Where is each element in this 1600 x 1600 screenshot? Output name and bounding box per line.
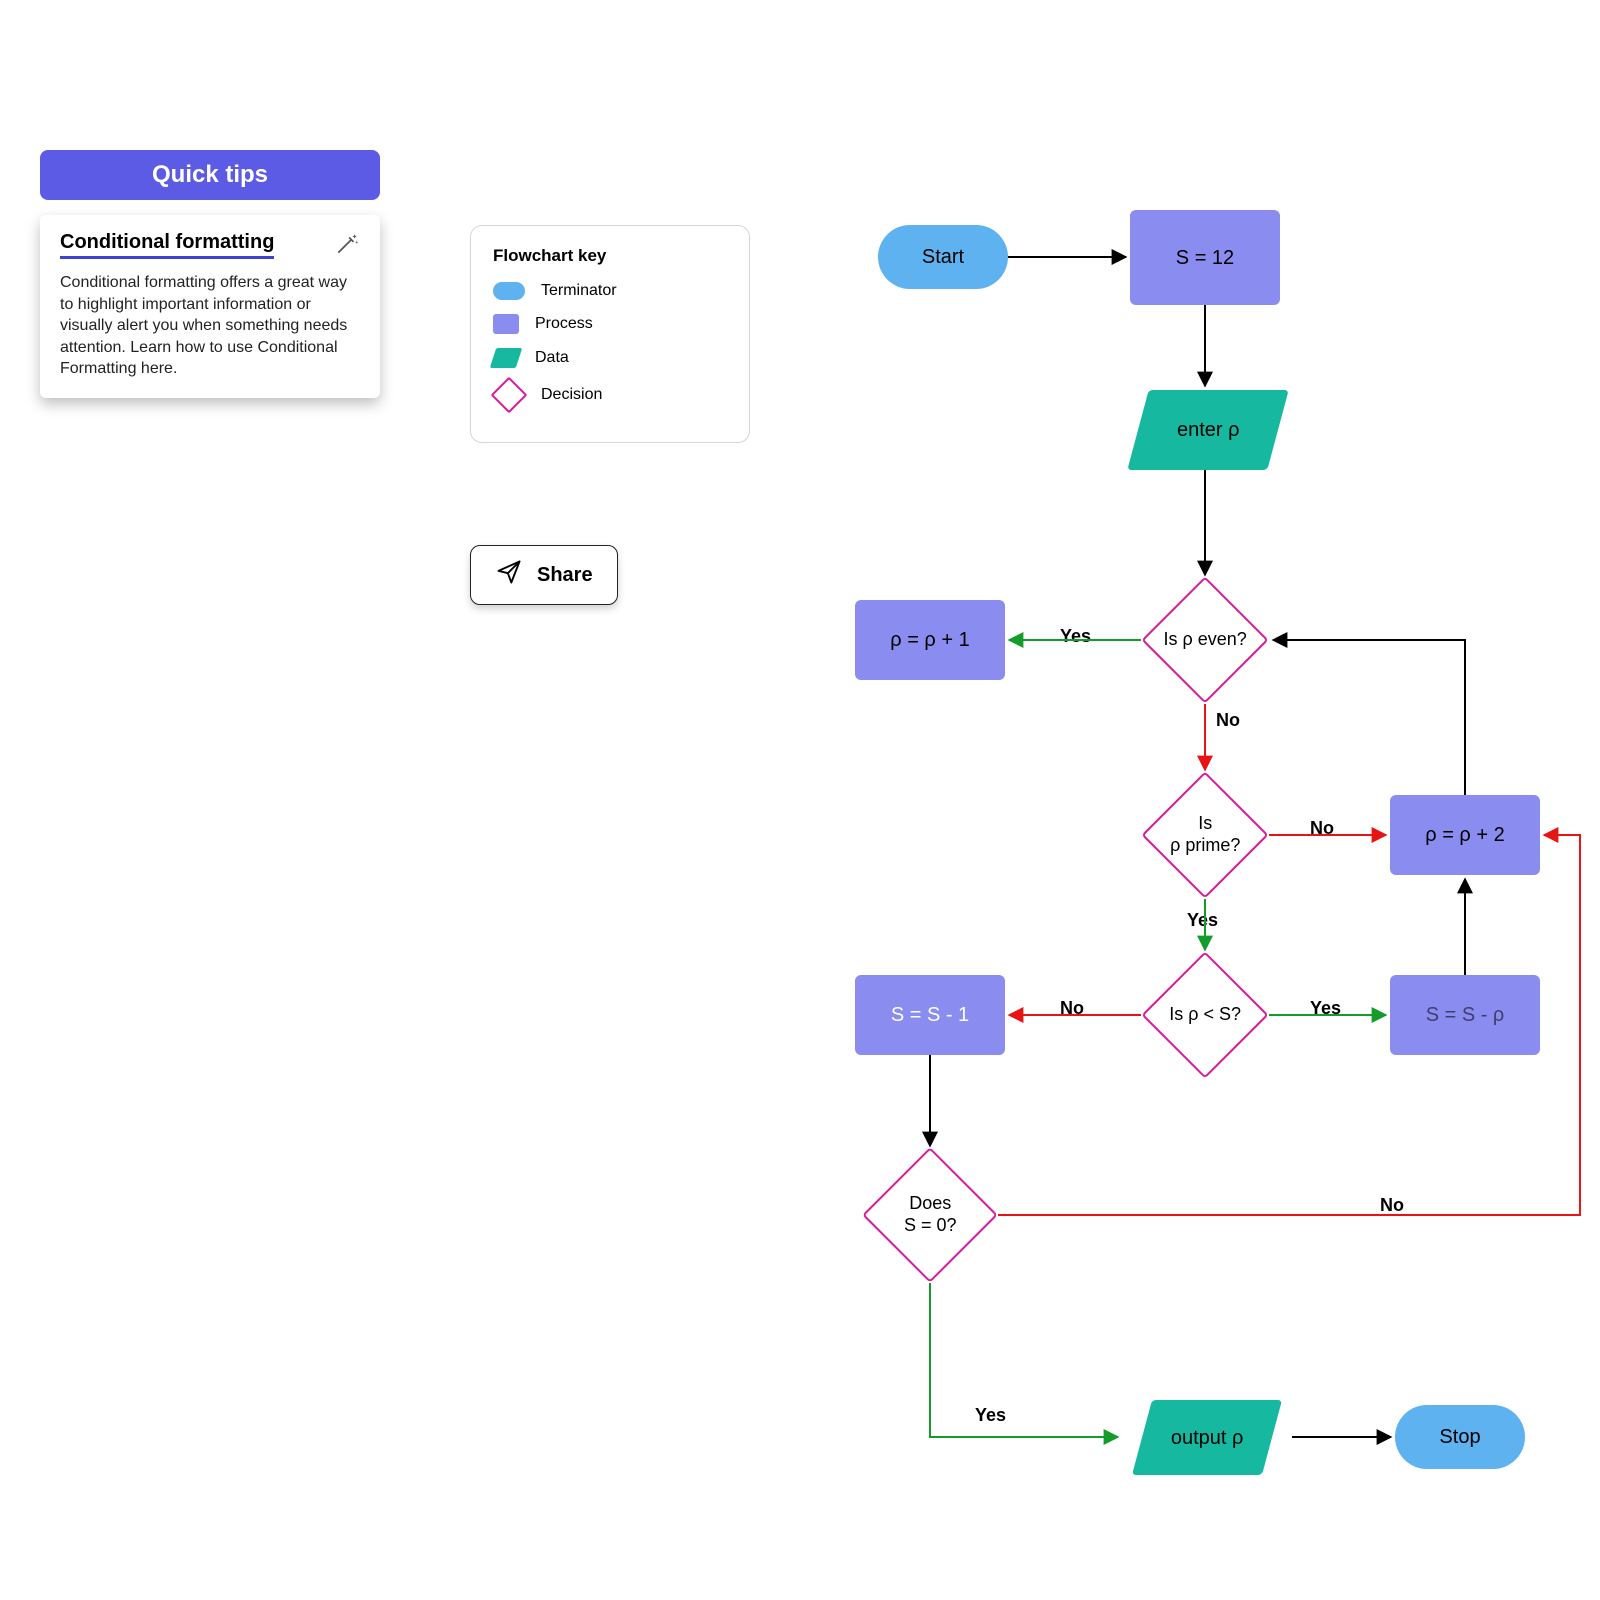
node-label: S = 12 [1176, 246, 1234, 270]
data-icon [490, 348, 522, 368]
legend-row-process: Process [493, 314, 727, 334]
legend-row-decision: Decision [493, 382, 727, 408]
node-label: S = S - 1 [891, 1003, 969, 1027]
node-label: output ρ [1171, 1426, 1244, 1450]
quick-tips-header: Quick tips [40, 150, 380, 200]
edge-label-yes: Yes [1310, 998, 1341, 1019]
node-start[interactable]: Start [878, 225, 1008, 289]
legend-label: Data [535, 349, 569, 367]
node-is-rho-even[interactable]: Is ρ even? [1141, 576, 1268, 703]
node-label: Does S = 0? [884, 1193, 976, 1236]
node-label: Start [922, 245, 964, 269]
node-label: Is ρ even? [1162, 629, 1248, 651]
edge-label-no: No [1216, 710, 1240, 731]
legend-row-terminator: Terminator [493, 282, 727, 300]
edge-label-yes: Yes [1187, 910, 1218, 931]
node-label: Is ρ prime? [1162, 813, 1248, 856]
edge-label-yes: Yes [1060, 626, 1091, 647]
legend-label: Process [535, 315, 593, 333]
quick-tips-header-label: Quick tips [152, 161, 268, 189]
quick-tips-card: Conditional formatting Conditional forma… [40, 215, 380, 398]
edge-label-yes: Yes [975, 1405, 1006, 1426]
paper-plane-icon [495, 558, 523, 592]
node-is-rho-lt-s[interactable]: Is ρ < S? [1141, 951, 1268, 1078]
node-s-minus-rho[interactable]: S = S - ρ [1390, 975, 1540, 1055]
node-s-equals-12[interactable]: S = 12 [1130, 210, 1280, 305]
share-button[interactable]: Share [470, 545, 618, 605]
node-s-minus-1[interactable]: S = S - 1 [855, 975, 1005, 1055]
node-label: Stop [1439, 1425, 1480, 1449]
decision-icon [491, 377, 528, 414]
process-icon [493, 314, 519, 334]
node-is-rho-prime[interactable]: Is ρ prime? [1141, 771, 1268, 898]
node-output-rho[interactable]: output ρ [1132, 1400, 1282, 1475]
node-rho-plus-2[interactable]: ρ = ρ + 2 [1390, 795, 1540, 875]
share-button-label: Share [537, 564, 593, 587]
diagram-canvas: Quick tips Conditional formatting Condit… [0, 0, 1600, 1600]
node-rho-plus-1[interactable]: ρ = ρ + 1 [855, 600, 1005, 680]
edge-label-no: No [1310, 818, 1334, 839]
flowchart-key-title: Flowchart key [493, 246, 727, 266]
node-label: S = S - ρ [1426, 1003, 1505, 1027]
node-stop[interactable]: Stop [1395, 1405, 1525, 1469]
legend-row-data: Data [493, 348, 727, 368]
node-label: ρ = ρ + 2 [1425, 823, 1504, 847]
quick-tips-title[interactable]: Conditional formatting [60, 231, 274, 259]
node-enter-rho[interactable]: enter ρ [1127, 390, 1288, 470]
edge-label-no: No [1060, 998, 1084, 1019]
node-label: ρ = ρ + 1 [890, 628, 969, 652]
edge-label-no: No [1380, 1195, 1404, 1216]
node-label: enter ρ [1177, 418, 1240, 442]
quick-tips-body: Conditional formatting offers a great wa… [60, 272, 360, 380]
legend-label: Decision [541, 386, 602, 404]
terminator-icon [493, 282, 525, 300]
node-does-s-equal-0[interactable]: Does S = 0? [862, 1147, 998, 1283]
magic-wand-icon [334, 231, 360, 262]
legend-label: Terminator [541, 282, 617, 300]
flowchart-key-panel: Flowchart key Terminator Process Data De… [470, 225, 750, 443]
node-label: Is ρ < S? [1162, 1004, 1248, 1026]
